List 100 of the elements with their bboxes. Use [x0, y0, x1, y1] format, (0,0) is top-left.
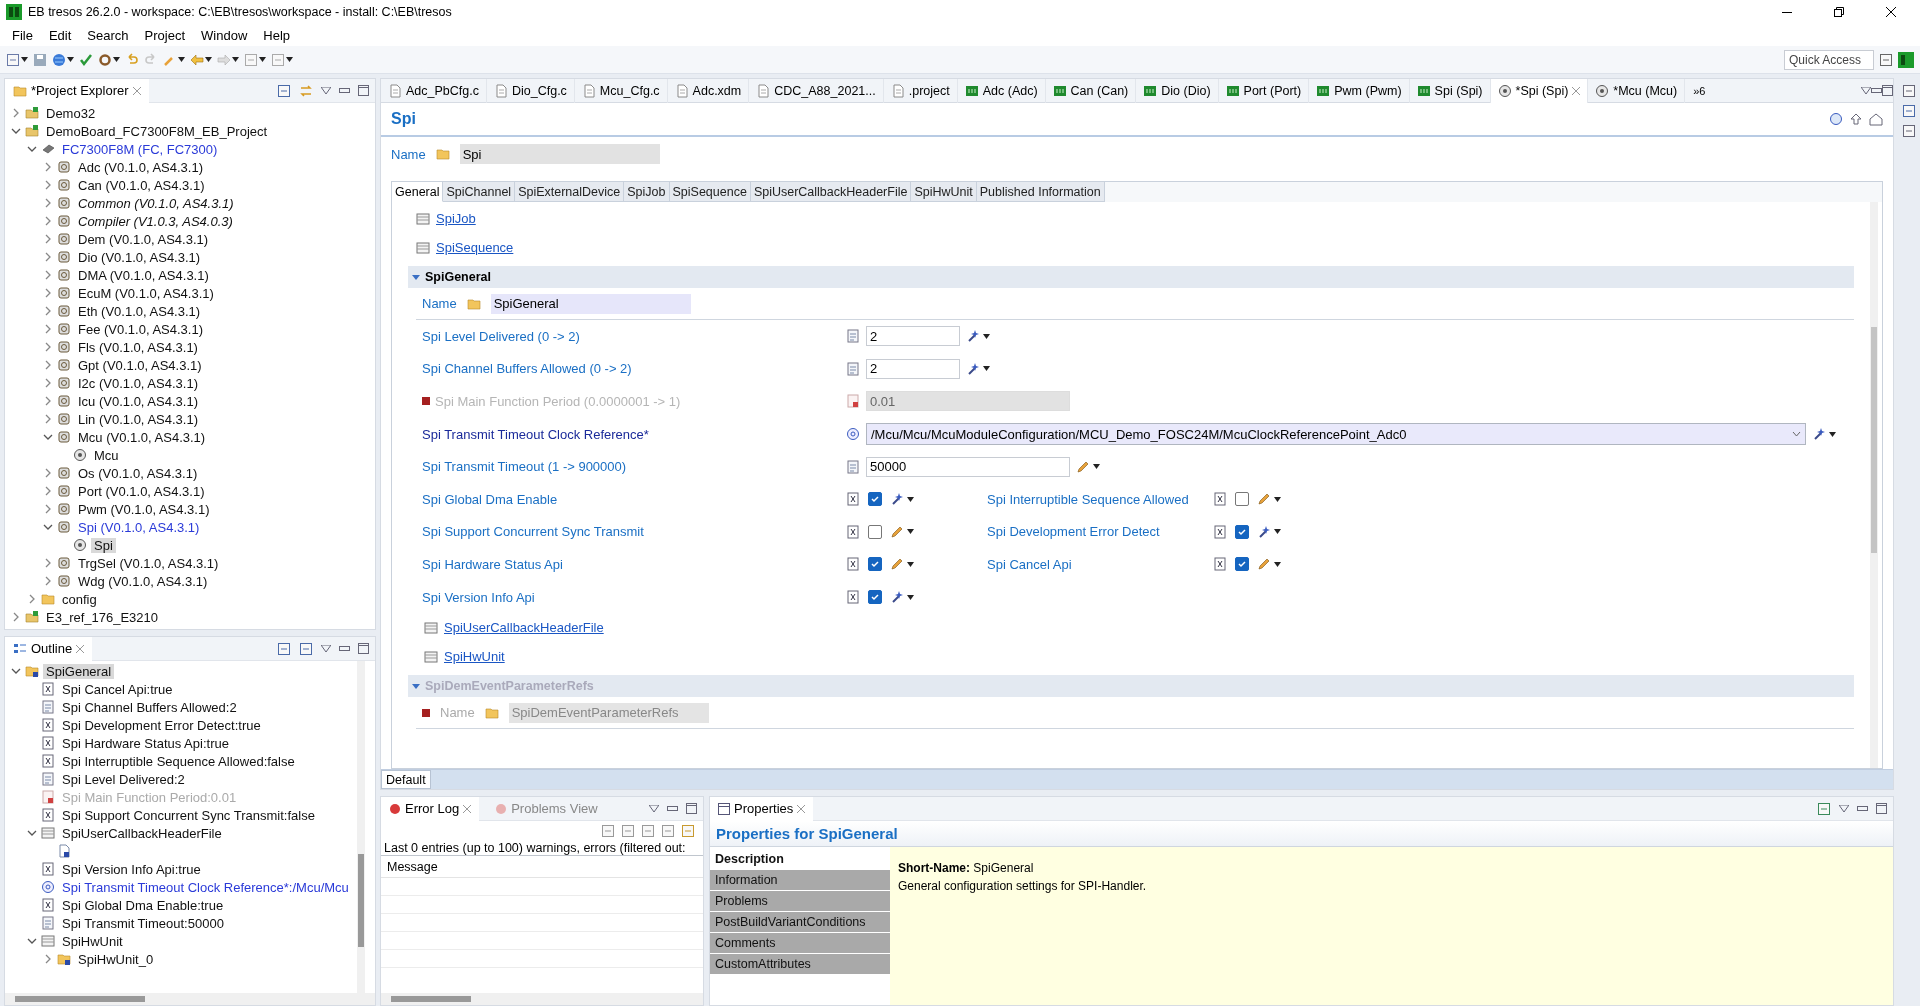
close-icon[interactable]: [1572, 86, 1581, 95]
close-icon[interactable]: [797, 804, 806, 813]
tree-item[interactable]: SpiUserCallbackHeaderFile: [59, 825, 225, 841]
tree-item[interactable]: Adc (V0.1.0, AS4.3.1): [75, 159, 207, 175]
maximize-icon[interactable]: [1882, 85, 1893, 96]
menu-item[interactable]: Window: [193, 24, 256, 46]
link[interactable]: SpiSequence: [436, 240, 514, 255]
tab[interactable]: SpiChannel: [443, 182, 516, 202]
editor-tab[interactable]: Spi (Spi): [1409, 78, 1491, 103]
tab[interactable]: Information: [710, 870, 890, 891]
tree-item[interactable]: I2c (V0.1.0, AS4.3.1): [75, 375, 201, 391]
tree-item[interactable]: FC7300F8M (FC, FC7300): [59, 141, 221, 157]
scrollbar[interactable]: [381, 993, 703, 1005]
maximize-icon[interactable]: [1876, 803, 1887, 814]
tree-item[interactable]: Fee (V0.1.0, AS4.3.1): [75, 321, 207, 337]
scrollbar-thumb[interactable]: [358, 853, 364, 947]
checkbox[interactable]: [1235, 524, 1249, 539]
tree-item[interactable]: Icu (V0.1.0, AS4.3.1): [75, 393, 201, 409]
tree-item[interactable]: EcuM (V0.1.0, AS4.3.1): [75, 285, 217, 301]
more-tabs-button[interactable]: »6: [1685, 84, 1714, 97]
editor-tab[interactable]: Adc (Adc): [957, 78, 1046, 103]
editor-tab[interactable]: CDC_A88_2021...: [749, 78, 884, 103]
view-menu-icon[interactable]: [649, 805, 659, 812]
tab[interactable]: CustomAttributes: [710, 954, 890, 975]
tree-item[interactable]: Spi Transmit Timeout Clock Reference*:/Mcu/Mcu: [59, 879, 352, 895]
menu-item[interactable]: File: [4, 24, 41, 46]
view-menu-icon[interactable]: [1861, 87, 1871, 94]
view-menu-icon[interactable]: [321, 87, 331, 94]
tree-item[interactable]: Mcu: [91, 447, 122, 463]
tree-item[interactable]: Spi Cancel Api:true: [59, 681, 176, 697]
tree-item[interactable]: Spi Level Delivered:2: [59, 771, 188, 787]
tree-item[interactable]: Spi: [91, 537, 116, 553]
tree-item[interactable]: Spi Hardware Status Api:true: [59, 735, 232, 751]
tree-item[interactable]: TrgSel (V0.1.0, AS4.3.1): [75, 555, 222, 571]
tree-item[interactable]: Mcu (V0.1.0, AS4.3.1): [75, 429, 209, 445]
up-arrow-icon[interactable]: [1849, 112, 1863, 126]
tab[interactable]: PostBuildVariantConditions: [710, 912, 890, 933]
link[interactable]: SpiUserCallbackHeaderFile: [444, 620, 604, 636]
view-menu-icon[interactable]: [1839, 805, 1849, 812]
tree-item[interactable]: Spi Channel Buffers Allowed:2: [59, 699, 240, 715]
minimize-icon[interactable]: [667, 805, 678, 812]
editor-tab[interactable]: Mcu_Cfg.c: [574, 78, 668, 103]
maximize-icon[interactable]: [358, 85, 369, 96]
tab[interactable]: Published Information: [976, 182, 1105, 202]
number-field[interactable]: 50000: [866, 456, 1070, 477]
scrollbar-thumb[interactable]: [15, 996, 145, 1002]
tree-item[interactable]: Common (V0.1.0, AS4.3.1): [75, 195, 237, 211]
checkbox[interactable]: [1235, 557, 1249, 572]
tab[interactable]: SpiJob: [624, 182, 670, 202]
home-icon[interactable]: [1869, 112, 1883, 126]
view-tab[interactable]: Outline: [5, 637, 93, 661]
checkbox[interactable]: [868, 590, 882, 605]
tree-item[interactable]: Spi Global Dma Enable:true: [59, 897, 227, 913]
tree-item[interactable]: Demo32: [43, 105, 99, 121]
editor-tab[interactable]: *Mcu (Mcu): [1588, 78, 1686, 103]
tab[interactable]: Comments: [710, 933, 890, 954]
tree-item[interactable]: Spi (V0.1.0, AS4.3.1): [75, 519, 203, 535]
reference-dropdown[interactable]: /Mcu/Mcu/McuModuleConfiguration/MCU_Demo_FOSC24M/McuClockReferencePoint_Adc0: [866, 423, 1806, 446]
minimize-icon[interactable]: [1857, 805, 1868, 812]
checkbox[interactable]: [868, 492, 882, 507]
scrollbar[interactable]: [1870, 202, 1878, 768]
tree-item[interactable]: Compiler (V1.0.3, AS4.0.3): [75, 213, 236, 229]
minimize-icon[interactable]: [1871, 87, 1882, 94]
editor-tab[interactable]: Adc.xdm: [667, 78, 750, 103]
mode-tab[interactable]: Default: [381, 770, 431, 789]
view-tab[interactable]: *Project Explorer: [5, 79, 149, 103]
tree-item[interactable]: DMA (V0.1.0, AS4.3.1): [75, 267, 212, 283]
scrollbar-thumb[interactable]: [1871, 326, 1877, 553]
checkbox[interactable]: [1235, 492, 1249, 507]
checkbox[interactable]: [868, 557, 882, 572]
editor-tab[interactable]: Port (Port): [1218, 78, 1310, 103]
tree-item[interactable]: Spi Interruptible Sequence Allowed:false: [59, 753, 298, 769]
view-tab[interactable]: Properties: [710, 797, 814, 821]
scrollbar-thumb[interactable]: [391, 996, 471, 1002]
reference-icon[interactable]: [1829, 112, 1843, 126]
tree-item[interactable]: Can (V0.1.0, AS4.3.1): [75, 177, 208, 193]
editor-tab[interactable]: Can (Can): [1045, 78, 1137, 103]
close-icon[interactable]: [76, 644, 85, 653]
tab[interactable]: SpiHwUnit: [911, 182, 977, 202]
menu-item[interactable]: Project: [136, 24, 194, 46]
close-icon[interactable]: [132, 86, 141, 95]
tree-item[interactable]: Wdg (V0.1.0, AS4.3.1): [75, 573, 211, 589]
tree-item[interactable]: DemoBoard_FC7300F8M_EB_Project: [43, 123, 271, 139]
link[interactable]: SpiHwUnit: [444, 649, 505, 665]
menu-item[interactable]: Edit: [40, 24, 80, 46]
tree-item[interactable]: config: [59, 591, 100, 607]
minimize-icon[interactable]: [339, 645, 350, 652]
tree-item[interactable]: Spi Transmit Timeout:50000: [59, 915, 227, 931]
tab[interactable]: Problems: [710, 891, 890, 912]
editor-tab[interactable]: Dio (Dio): [1136, 78, 1219, 103]
scrollbar[interactable]: [5, 993, 375, 1005]
tree-item[interactable]: Spi Version Info Api:true: [59, 861, 204, 877]
maximize-icon[interactable]: [686, 803, 697, 814]
tree-item[interactable]: Pwm (V0.1.0, AS4.3.1): [75, 501, 213, 517]
tree-item[interactable]: E3_ref_176_E3210: [43, 609, 162, 625]
editor-tab[interactable]: Adc_PbCfg.c: [381, 78, 487, 103]
tree-item[interactable]: Eth (V0.1.0, AS4.3.1): [75, 303, 204, 319]
tree-item[interactable]: SpiGeneral: [43, 663, 115, 679]
tree-item[interactable]: Os (V0.1.0, AS4.3.1): [75, 465, 201, 481]
tree-item[interactable]: Dem (V0.1.0, AS4.3.1): [75, 231, 212, 247]
